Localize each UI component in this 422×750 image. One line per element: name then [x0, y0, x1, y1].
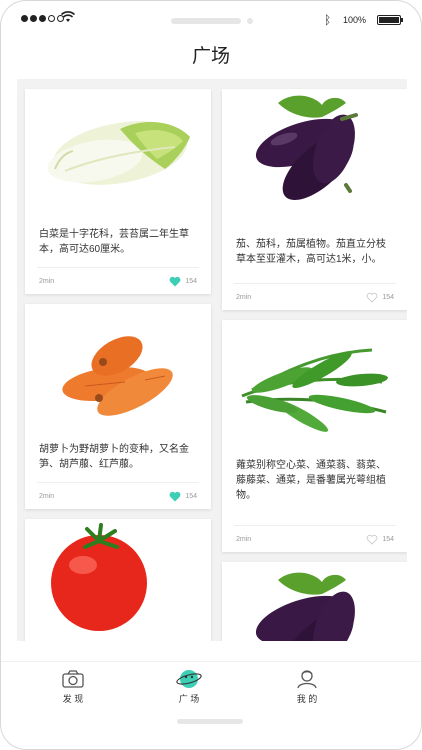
eggplant-photo — [222, 89, 407, 229]
post-footer: 2min 154 — [222, 526, 407, 552]
tab-discover[interactable]: 发 现 — [43, 668, 103, 705]
feed-column-right: 茄、茄科，茄属植物。茄直立分枝草本至亚灌木，高可达1米，小。 2min 154 — [222, 89, 407, 641]
post-text: 茄、茄科，茄属植物。茄直立分枝草本至亚灌木，高可达1米，小。 — [236, 239, 386, 265]
heart-outline-icon — [366, 292, 378, 303]
feed-column-left: 白菜是十字花科，芸苔属二年生草本，高可达60厘米。 2min 154 胡萝卜为野… — [25, 89, 211, 641]
post-footer: 2min 154 — [222, 284, 407, 310]
post-card[interactable]: 白菜是十字花科，芸苔属二年生草本，高可达60厘米。 2min 154 — [25, 89, 211, 294]
like-count: 154 — [382, 535, 394, 543]
tab-square[interactable]: 广 场 — [159, 668, 219, 705]
post-card[interactable]: 茄、茄科，茄属植物。茄直立分枝草本至亚灌木，高可达1米，小。 2min 154 — [222, 89, 407, 310]
eggplant-photo — [222, 562, 407, 641]
carrots-photo — [25, 304, 211, 434]
post-footer: 2min 154 — [25, 483, 211, 509]
post-text: 白菜是十字花科，芸苔属二年生草本，高可达60厘米。 — [39, 229, 189, 255]
tomato-photo — [25, 519, 211, 641]
front-camera — [247, 18, 253, 24]
person-icon — [297, 670, 317, 689]
status-bar: ᛒ 100% — [1, 1, 421, 37]
tab-square-label: 广 场 — [178, 694, 200, 704]
battery-icon — [377, 15, 403, 25]
tab-bar: 发 现 广 场 我 的 — [1, 661, 421, 709]
bluetooth-icon: ᛒ — [324, 13, 332, 27]
camera-icon — [62, 670, 84, 688]
tab-mine[interactable]: 我 的 — [277, 668, 337, 705]
water-spinach-photo — [222, 320, 407, 450]
heart-filled-icon — [169, 491, 181, 501]
phone-frame: ᛒ 100% 广场 白菜是十字花科，芸苔属二年生草本，高可达60厘米。 2min… — [0, 0, 422, 750]
post-time: 2min — [39, 277, 55, 285]
post-card[interactable]: 胡萝卜为野胡萝卜的变种，又名金笋、胡芦菔、红芦菔。 2min 154 — [25, 304, 211, 509]
battery-percent: 100% — [343, 15, 367, 25]
post-time: 2min — [236, 535, 252, 543]
like-count: 154 — [185, 277, 197, 285]
tab-discover-label: 发 现 — [62, 694, 84, 704]
speaker-grille — [171, 18, 241, 24]
post-card[interactable] — [222, 562, 407, 641]
like-count: 154 — [185, 492, 197, 500]
post-time: 2min — [236, 293, 252, 301]
like-button[interactable]: 154 — [366, 534, 394, 545]
post-text: 蕹菜别称空心菜、通菜蓊、蓊菜、藤藤菜、通菜，是番薯属光萼组植物。 — [236, 460, 386, 501]
heart-filled-icon — [169, 276, 181, 286]
planet-icon — [176, 670, 202, 688]
signal-strength-icon — [21, 15, 64, 22]
post-text: 胡萝卜为野胡萝卜的变种，又名金笋、胡芦菔、红芦菔。 — [39, 444, 189, 470]
post-time: 2min — [39, 492, 55, 500]
wifi-icon — [61, 11, 75, 22]
like-button[interactable]: 154 — [366, 292, 394, 303]
tab-mine-label: 我 的 — [296, 694, 318, 704]
page-title: 广场 — [191, 46, 230, 67]
home-indicator — [177, 719, 243, 724]
heart-outline-icon — [366, 534, 378, 545]
like-button[interactable]: 154 — [169, 276, 197, 287]
like-count: 154 — [382, 293, 394, 301]
napa-cabbage-photo — [25, 89, 211, 219]
post-card[interactable] — [25, 519, 211, 641]
post-card[interactable]: 蕹菜别称空心菜、通菜蓊、蓊菜、藤藤菜、通菜，是番薯属光萼组植物。 2min 15… — [222, 320, 407, 552]
post-footer: 2min 154 — [25, 268, 211, 294]
feed-container[interactable]: 白菜是十字花科，芸苔属二年生草本，高可达60厘米。 2min 154 胡萝卜为野… — [17, 79, 407, 641]
like-button[interactable]: 154 — [169, 491, 197, 502]
